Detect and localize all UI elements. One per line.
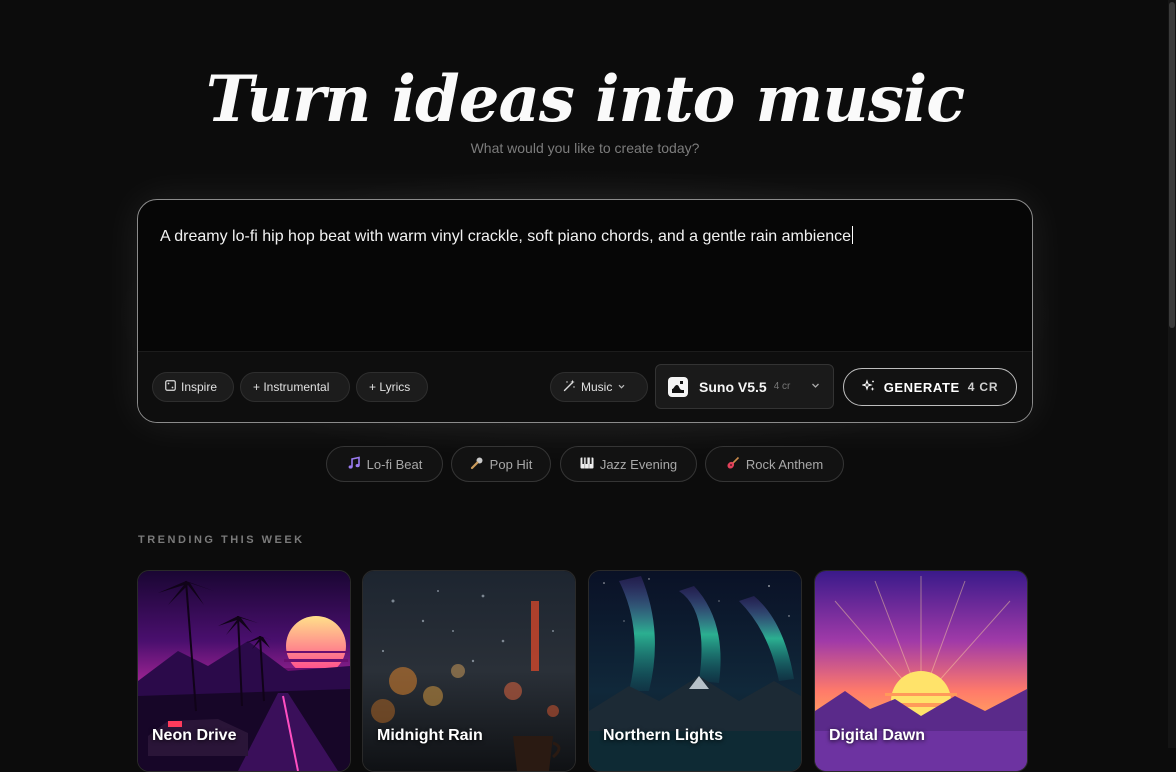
- trending-heading: TRENDING THIS WEEK: [138, 534, 305, 546]
- text-caret: [852, 226, 854, 244]
- track-title: Neon Drive: [152, 727, 237, 744]
- music-note-icon: [347, 456, 361, 473]
- scrollbar-thumb[interactable]: [1169, 2, 1175, 328]
- preset-label: Jazz Evening: [599, 456, 678, 472]
- lyrics-label: + Lyrics: [369, 380, 411, 394]
- inspire-button[interactable]: Inspire: [152, 372, 234, 402]
- preset-label: Rock Anthem: [745, 456, 824, 472]
- inspire-label: Inspire: [181, 380, 218, 394]
- preset-pop-hit[interactable]: Pop Hit: [451, 446, 551, 482]
- preset-jazz-evening[interactable]: Jazz Evening: [560, 446, 697, 482]
- composer-toolbar: Inspire + Instrumental + Lyrics Music Su…: [138, 351, 1032, 422]
- guitar-icon: [726, 456, 740, 473]
- track-card[interactable]: Midnight Rain: [362, 570, 576, 772]
- generate-label: GENERATE: [883, 379, 960, 395]
- dice-icon: [165, 380, 176, 394]
- mode-select[interactable]: Music: [550, 372, 648, 402]
- track-title: Digital Dawn: [829, 727, 926, 744]
- preset-list: Lo-fi Beat Pop Hit Jazz Evening Rock Ant…: [0, 446, 1170, 484]
- track-card[interactable]: Neon Drive: [137, 570, 351, 772]
- prompt-composer: A dreamy lo-fi hip hop beat with warm vi…: [137, 199, 1033, 423]
- instrumental-label: + Instrumental: [253, 380, 330, 394]
- preset-lofi-beat[interactable]: Lo-fi Beat: [326, 446, 443, 482]
- model-select[interactable]: Suno V5.5 4 cr: [655, 364, 834, 409]
- track-card[interactable]: Digital Dawn: [814, 570, 1028, 772]
- generate-button[interactable]: GENERATE 4 CR: [843, 368, 1017, 406]
- piano-icon: [580, 457, 594, 472]
- instrumental-toggle[interactable]: + Instrumental: [240, 372, 350, 402]
- prompt-text: A dreamy lo-fi hip hop beat with warm vi…: [160, 228, 852, 245]
- page-title: Turn ideas into music: [205, 62, 965, 137]
- generate-cost: 4 CR: [967, 380, 999, 394]
- prompt-input[interactable]: A dreamy lo-fi hip hop beat with warm vi…: [160, 226, 1010, 247]
- suno-logo-icon: [668, 376, 688, 397]
- page-subtitle: What would you like to create today?: [470, 140, 700, 156]
- chevron-down-icon: [810, 380, 821, 394]
- preset-label: Pop Hit: [489, 456, 533, 472]
- model-cost: 4 cr: [773, 381, 791, 392]
- track-title: Northern Lights: [603, 727, 723, 744]
- preset-label: Lo-fi Beat: [366, 456, 423, 472]
- preset-rock-anthem[interactable]: Rock Anthem: [705, 446, 844, 482]
- chevron-down-icon: [617, 380, 626, 394]
- microphone-icon: [470, 456, 484, 473]
- mode-label: Music: [581, 380, 613, 394]
- model-name: Suno V5.5: [699, 378, 767, 395]
- lyrics-toggle[interactable]: + Lyrics: [356, 372, 428, 402]
- track-title: Midnight Rain: [377, 727, 483, 744]
- track-card[interactable]: Northern Lights: [588, 570, 802, 772]
- magic-wand-icon: [563, 379, 576, 395]
- sparkles-icon: [860, 378, 876, 396]
